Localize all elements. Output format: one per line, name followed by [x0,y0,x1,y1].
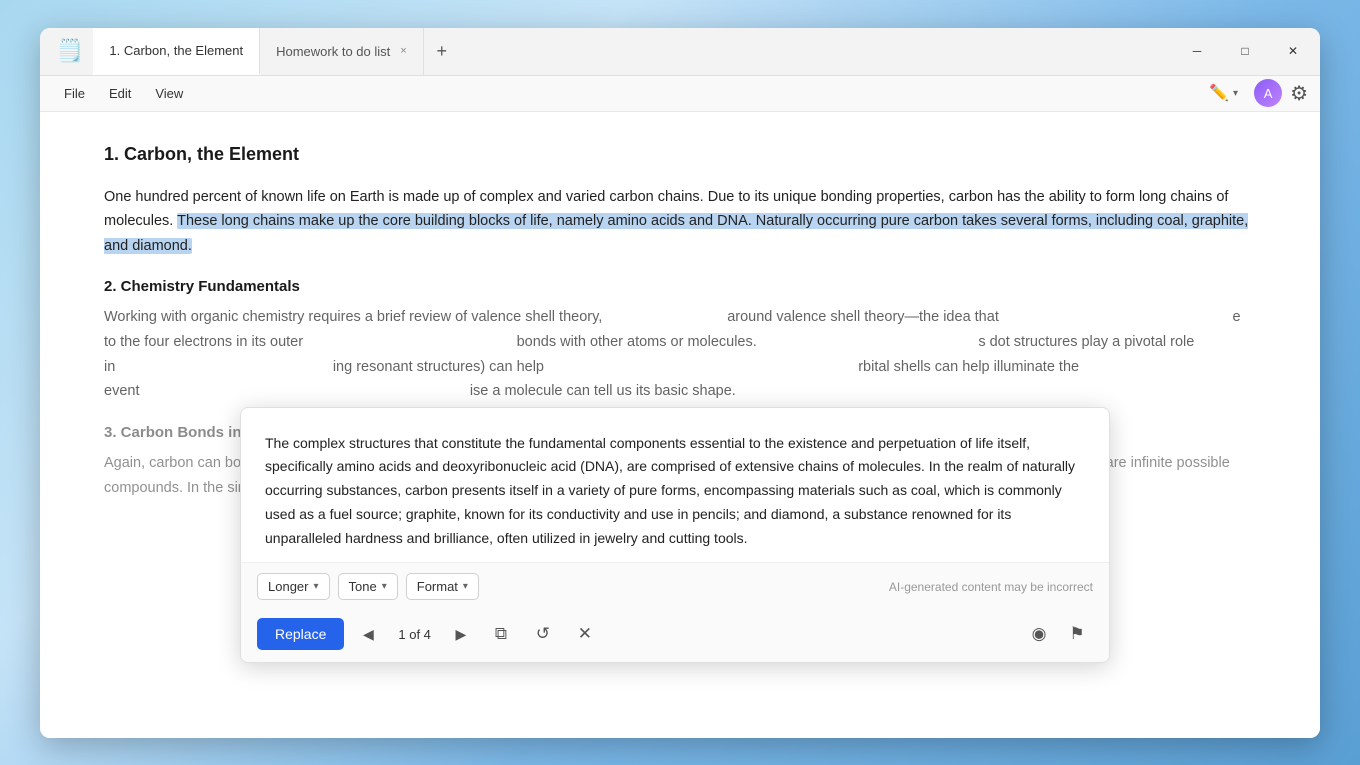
popup-actions: Replace ◀ 1 of 4 ▶ ⧉ ↺ ✕ ◉ ⚑ [241,610,1109,662]
like-button[interactable]: ◉ [1023,618,1055,650]
maximize-button[interactable]: □ [1222,35,1268,67]
tab-active[interactable]: 1. Carbon, the Element [93,28,260,76]
ai-pencil-icon: ✏️ [1209,83,1229,103]
section2-title: 2. Chemistry Fundamentals [104,278,1256,295]
longer-label: Longer [268,579,308,594]
para1: One hundred percent of known life on Ear… [104,185,1256,259]
format-chevron-icon: ▾ [463,581,468,592]
ai-disclaimer: AI-generated content may be incorrect [889,580,1093,594]
tab-active-label: 1. Carbon, the Element [109,43,243,58]
para2: Working with organic chemistry requires … [104,305,1256,404]
replace-button[interactable]: Replace [257,618,344,650]
nav-prev-button[interactable]: ◀ [354,620,382,648]
tone-dropdown[interactable]: Tone ▾ [338,573,398,600]
popup-actions-right: ◉ ⚑ [1023,618,1093,650]
content-area: 1. Carbon, the Element One hundred perce… [40,112,1320,738]
refresh-button[interactable]: ↺ [527,618,559,650]
menubar: File Edit View ✏️ ▾ A ⚙ [40,76,1320,112]
longer-dropdown[interactable]: Longer ▾ [257,573,330,600]
menu-view[interactable]: View [143,82,195,105]
main-window: 🗒️ 1. Carbon, the Element Homework to do… [40,28,1320,738]
nav-next-button[interactable]: ▶ [447,620,475,648]
tone-label: Tone [349,579,377,594]
close-popup-button[interactable]: ✕ [569,618,601,650]
longer-chevron-icon: ▾ [313,581,318,592]
tone-chevron-icon: ▾ [382,581,387,592]
tab-homework-label: Homework to do list [276,44,390,59]
tab-homework[interactable]: Homework to do list × [260,28,424,76]
minimize-button[interactable]: ─ [1174,35,1220,67]
ai-chevron-icon: ▾ [1233,88,1238,99]
settings-icon[interactable]: ⚙ [1290,81,1308,106]
section1-title: 1. Carbon, the Element [104,144,1256,165]
window-controls: ─ □ ✕ [1174,35,1316,67]
format-dropdown[interactable]: Format ▾ [406,573,479,600]
titlebar: 🗒️ 1. Carbon, the Element Homework to do… [40,28,1320,76]
copy-button[interactable]: ⧉ [485,618,517,650]
popup-text: The complex structures that constitute t… [265,435,1075,546]
para1-highlighted: These long chains make up the core build… [104,213,1248,254]
user-avatar[interactable]: A [1254,79,1282,107]
app-icon: 🗒️ [56,38,83,64]
menubar-right: ✏️ ▾ A ⚙ [1201,79,1308,107]
format-label: Format [417,579,458,594]
ai-tools-button[interactable]: ✏️ ▾ [1201,79,1246,107]
flag-button[interactable]: ⚑ [1061,618,1093,650]
copilot-popup: The complex structures that constitute t… [240,407,1110,664]
nav-counter: 1 of 4 [392,627,437,642]
tab-close-icon[interactable]: × [400,45,406,57]
menu-edit[interactable]: Edit [97,82,143,105]
close-button[interactable]: ✕ [1270,35,1316,67]
menu-file[interactable]: File [52,82,97,105]
popup-text-area: The complex structures that constitute t… [241,408,1109,564]
popup-toolbar: Longer ▾ Tone ▾ Format ▾ AI-generated co… [241,563,1109,610]
tab-add-button[interactable]: + [424,28,460,76]
